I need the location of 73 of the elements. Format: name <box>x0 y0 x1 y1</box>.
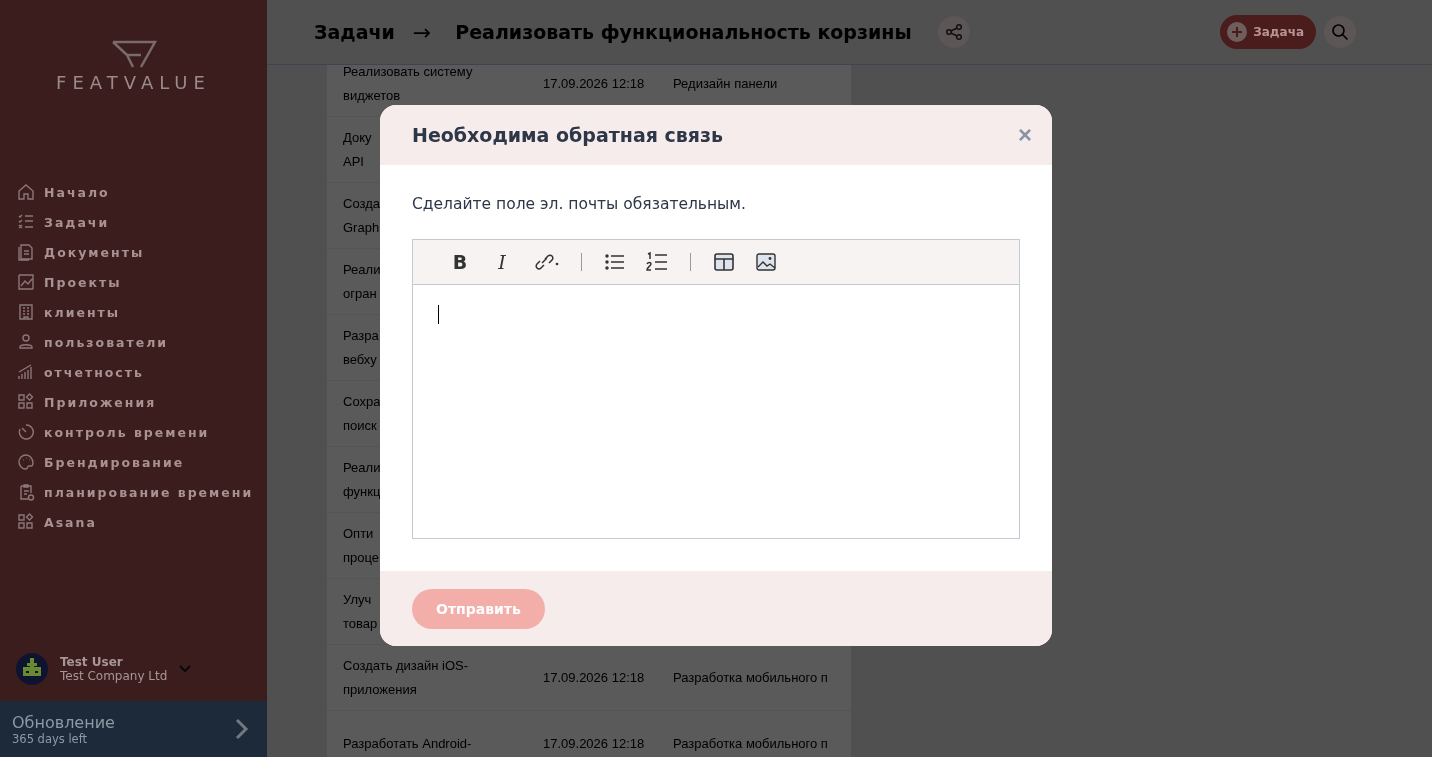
task-date: 17.09.2026 12:18 <box>543 670 645 685</box>
document-icon <box>17 243 35 261</box>
bullet-list-icon <box>605 253 625 271</box>
nav-item[interactable]: Документы <box>17 237 267 267</box>
page-title: Реализовать функциональность корзины <box>455 21 912 43</box>
task-date: 17.09.2026 12:18 <box>543 76 645 91</box>
apps-icon <box>17 393 35 411</box>
table-icon <box>714 253 734 271</box>
logo-text: FEATVALUE <box>56 72 211 93</box>
italic-button[interactable]: I <box>487 248 517 276</box>
user-icon <box>17 333 35 351</box>
task-project: Разработка мобильного п <box>673 736 828 751</box>
task-title: Созда Graph <box>343 195 380 235</box>
search-button[interactable] <box>1324 16 1356 48</box>
nav-item[interactable]: Начало <box>17 177 267 207</box>
task-title: Доку API <box>343 129 372 169</box>
nav-item[interactable]: клиенты <box>17 297 267 327</box>
task-title: Реализовать систему виджетов <box>343 63 473 103</box>
chart-icon <box>17 273 35 291</box>
task-project: Редизайн панели <box>673 76 778 91</box>
nav-item[interactable]: Брендирование <box>17 447 267 477</box>
bold-button[interactable]: B <box>445 248 475 276</box>
task-title: Разра вебху <box>343 327 379 367</box>
palette-icon <box>17 453 35 471</box>
task-title: Опти проце <box>343 525 380 565</box>
chevron-down-icon <box>179 665 192 673</box>
clipboard-icon <box>17 483 35 501</box>
numbered-list-icon <box>646 252 668 272</box>
logo-icon <box>110 40 157 70</box>
close-button[interactable]: × <box>1016 121 1034 149</box>
task-title: Сохра поиск <box>343 393 381 433</box>
avatar-icon <box>16 653 48 685</box>
chevron-right-icon <box>235 718 249 740</box>
nav-item[interactable]: Проекты <box>17 267 267 297</box>
share-icon <box>944 23 963 41</box>
share-button[interactable] <box>937 16 970 48</box>
image-icon <box>756 253 776 271</box>
home-icon <box>17 183 35 201</box>
search-icon <box>1331 23 1349 41</box>
task-title: Реали огран <box>343 261 381 301</box>
dialog-message: Сделайте поле эл. почты обязательным. <box>412 195 747 213</box>
timer-icon <box>17 423 35 441</box>
link-icon <box>533 252 559 272</box>
user-menu[interactable]: Test User Test Company Ltd <box>0 653 267 701</box>
nav-item[interactable]: планирование времени <box>17 477 267 507</box>
days-left: 365 days left <box>12 731 89 746</box>
nav-item[interactable]: Asana <box>17 507 267 537</box>
user-name: Test User <box>60 655 124 669</box>
checklist-icon <box>17 213 35 231</box>
task-project: Разработка мобильного п <box>673 670 828 685</box>
user-company: Test Company Ltd <box>60 669 168 683</box>
breadcrumb-link[interactable]: Задачи <box>314 21 395 43</box>
task-title: Улуч товар <box>343 591 378 631</box>
upgrade-title: Обновление <box>12 712 115 732</box>
nav-item[interactable]: пользователи <box>17 327 267 357</box>
text-cursor <box>438 305 439 324</box>
building-icon <box>17 303 35 321</box>
dialog-title: Необходима обратная связь <box>412 124 724 146</box>
task-title: Реали функц <box>343 459 381 499</box>
upgrade-banner[interactable]: Обновление 365 days left <box>0 701 267 757</box>
nav-item[interactable]: Приложения <box>17 387 267 417</box>
nav-item[interactable]: Задачи <box>17 207 267 237</box>
task-title: Разработать Android- <box>343 735 472 751</box>
new-task-button[interactable]: Задача <box>1220 15 1316 49</box>
nav-item[interactable]: контроль времени <box>17 417 267 447</box>
apps-icon <box>17 513 35 531</box>
breadcrumb-arrow: → <box>412 19 432 45</box>
task-title: Создать дизайн iOS- приложения <box>343 657 469 697</box>
nav-item[interactable]: отчетность <box>17 357 267 387</box>
plus-icon <box>1227 22 1248 42</box>
bar-chart-icon <box>17 363 35 381</box>
rich-text-editor[interactable]: B I <box>412 239 1020 539</box>
task-date: 17.09.2026 12:18 <box>543 736 645 751</box>
